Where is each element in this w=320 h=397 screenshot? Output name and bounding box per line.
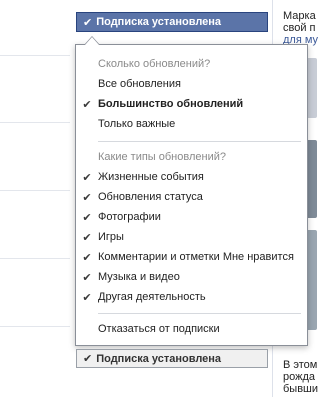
sidebar-text-line: свой п bbox=[283, 22, 316, 34]
menu-separator bbox=[98, 141, 301, 142]
page-divider bbox=[0, 258, 70, 259]
menu-item-all-updates[interactable]: Все обновления bbox=[76, 74, 307, 94]
menu-item-most-updates[interactable]: ✔ Большинство обновлений bbox=[76, 94, 307, 114]
check-icon: ✔ bbox=[82, 231, 92, 244]
sidebar-text-line: рожда bbox=[283, 371, 316, 383]
page-divider bbox=[0, 122, 70, 123]
subscription-button-label: Подписка установлена bbox=[96, 352, 222, 365]
menu-item-life-events[interactable]: ✔ Жизненные события bbox=[76, 167, 307, 187]
check-icon: ✔ bbox=[82, 191, 92, 204]
menu-item-comments-likes[interactable]: ✔ Комментарии и отметки Мне нравится bbox=[76, 247, 307, 267]
page-divider bbox=[0, 326, 70, 327]
sidebar-text-line: Марка bbox=[283, 10, 316, 22]
sidebar-text-line: бывши bbox=[283, 383, 319, 395]
check-icon: ✔ bbox=[82, 291, 92, 304]
menu-header-frequency: Сколько обновлений? bbox=[98, 58, 211, 70]
subscription-menu: Сколько обновлений? Все обновления ✔ Бол… bbox=[75, 36, 308, 346]
menu-item-other-activity[interactable]: ✔ Другая деятельность bbox=[76, 287, 307, 307]
check-icon: ✔ bbox=[82, 271, 92, 284]
menu-item-photos[interactable]: ✔ Фотографии bbox=[76, 207, 307, 227]
menu-header-types: Какие типы обновлений? bbox=[98, 151, 226, 163]
menu-item-status-updates[interactable]: ✔ Обновления статуса bbox=[76, 187, 307, 207]
check-icon: ✔ bbox=[82, 211, 92, 224]
menu-item-games[interactable]: ✔ Игры bbox=[76, 227, 307, 247]
page-divider bbox=[0, 190, 70, 191]
menu-item-important-only[interactable]: Только важные bbox=[76, 114, 307, 134]
subscription-button-secondary[interactable]: ✔ Подписка установлена bbox=[76, 349, 268, 368]
page-divider bbox=[0, 55, 70, 56]
menu-item-unsubscribe[interactable]: Отказаться от подписки bbox=[76, 319, 307, 339]
sidebar-text-line: В этом bbox=[283, 359, 318, 371]
check-icon: ✔ bbox=[83, 353, 93, 365]
check-icon: ✔ bbox=[82, 98, 92, 111]
menu-caret bbox=[85, 37, 99, 45]
menu-item-music-video[interactable]: ✔ Музыка и видео bbox=[76, 267, 307, 287]
subscription-button[interactable]: ✔ Подписка установлена bbox=[76, 12, 268, 32]
menu-separator bbox=[98, 313, 301, 314]
subscription-button-label: Подписка установлена bbox=[96, 16, 222, 28]
check-icon: ✔ bbox=[83, 16, 93, 29]
check-icon: ✔ bbox=[82, 251, 92, 264]
check-icon: ✔ bbox=[82, 171, 92, 184]
